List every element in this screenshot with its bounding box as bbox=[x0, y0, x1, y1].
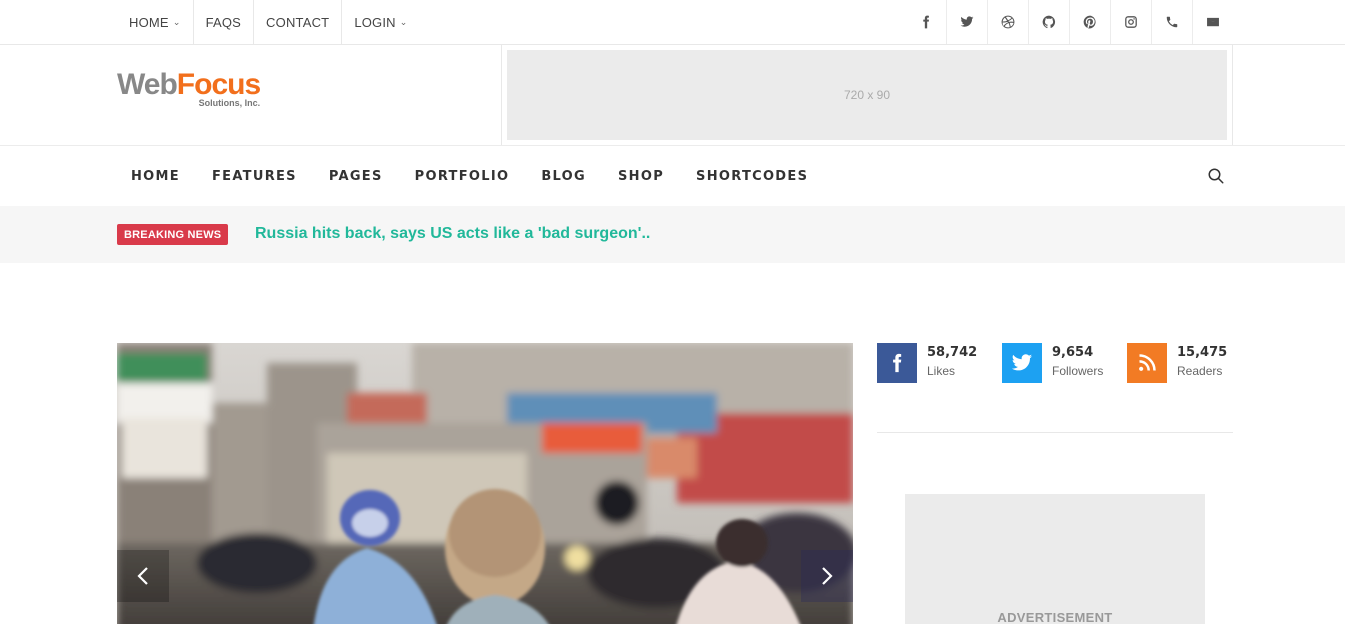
nav-home[interactable]: HOME bbox=[115, 146, 196, 206]
search-icon[interactable] bbox=[1205, 165, 1227, 187]
counter-twitter[interactable]: 9,654 Followers bbox=[1002, 343, 1103, 383]
slider-image bbox=[117, 343, 853, 624]
breaking-news-headline[interactable]: Russia hits back, says US acts like a 'b… bbox=[255, 225, 650, 243]
logo-part-web: Web bbox=[117, 68, 178, 101]
topnav-contact[interactable]: CONTACT bbox=[254, 0, 343, 44]
mail-icon[interactable] bbox=[1192, 0, 1233, 44]
counter-value: 58,742 bbox=[927, 345, 978, 360]
counter-value: 15,475 bbox=[1177, 345, 1228, 360]
sidebar-ad-label: ADVERTISEMENT bbox=[997, 610, 1113, 624]
twitter-icon bbox=[1002, 343, 1042, 383]
main-nav: HOME FEATURES PAGES PORTFOLIO BLOG SHOP … bbox=[0, 146, 1345, 206]
top-nav: HOME ⌄ FAQS CONTACT LOGIN ⌄ bbox=[117, 0, 420, 44]
nav-shortcodes[interactable]: SHORTCODES bbox=[680, 146, 824, 206]
header-banner-ad[interactable]: 720 x 90 bbox=[507, 50, 1227, 140]
counter-label: Likes bbox=[927, 364, 956, 378]
facebook-icon bbox=[877, 343, 917, 383]
chevron-down-icon: ⌄ bbox=[172, 16, 181, 27]
chevron-down-icon: ⌄ bbox=[399, 16, 408, 27]
counter-label: Followers bbox=[1052, 364, 1104, 378]
sidebar-ad[interactable]: ADVERTISEMENT bbox=[905, 494, 1205, 624]
rss-icon bbox=[1127, 343, 1167, 383]
nav-pages[interactable]: PAGES bbox=[313, 146, 399, 206]
topnav-login[interactable]: LOGIN ⌄ bbox=[342, 0, 419, 44]
header-divider bbox=[1232, 45, 1233, 145]
chevron-right-icon bbox=[822, 567, 833, 585]
topnav-home-label: HOME bbox=[129, 14, 169, 30]
instagram-icon[interactable] bbox=[1110, 0, 1151, 44]
logo-wordmark: WebFocus bbox=[117, 68, 261, 101]
banner-ad-label: 720 x 90 bbox=[843, 88, 891, 102]
logo-part-focus: Focus bbox=[176, 68, 261, 101]
site-logo[interactable]: WebFocus Solutions, Inc. bbox=[117, 68, 261, 109]
site-header: WebFocus Solutions, Inc. 720 x 90 bbox=[0, 45, 1345, 146]
pinterest-icon[interactable] bbox=[1069, 0, 1110, 44]
topnav-contact-label: CONTACT bbox=[266, 14, 330, 30]
twitter-icon[interactable] bbox=[946, 0, 987, 44]
github-icon[interactable] bbox=[1028, 0, 1069, 44]
breaking-news-badge: BREAKING NEWS bbox=[117, 224, 229, 245]
featured-slider[interactable] bbox=[117, 343, 853, 624]
chevron-left-icon bbox=[137, 567, 148, 585]
topnav-faqs-label: FAQS bbox=[205, 14, 242, 30]
header-divider bbox=[501, 45, 502, 145]
counter-rss[interactable]: 15,475 Readers bbox=[1127, 343, 1227, 383]
phone-icon[interactable] bbox=[1151, 0, 1192, 44]
nav-portfolio[interactable]: PORTFOLIO bbox=[399, 146, 526, 206]
slider-prev-button[interactable] bbox=[117, 550, 169, 602]
topnav-home[interactable]: HOME ⌄ bbox=[117, 0, 194, 44]
breaking-news-bar: BREAKING NEWS Russia hits back, says US … bbox=[0, 206, 1345, 263]
facebook-icon[interactable] bbox=[905, 0, 946, 44]
top-bar: HOME ⌄ FAQS CONTACT LOGIN ⌄ bbox=[0, 0, 1345, 45]
nav-blog[interactable]: BLOG bbox=[525, 146, 602, 206]
social-links bbox=[905, 0, 1233, 44]
nav-features[interactable]: FEATURES bbox=[196, 146, 313, 206]
nav-shop[interactable]: SHOP bbox=[602, 146, 680, 206]
counter-value: 9,654 bbox=[1052, 345, 1094, 360]
slider-next-button[interactable] bbox=[801, 550, 853, 602]
topnav-login-label: LOGIN bbox=[354, 14, 396, 30]
dribbble-icon[interactable] bbox=[987, 0, 1028, 44]
counter-facebook[interactable]: 58,742 Likes bbox=[877, 343, 977, 383]
social-counters: 58,742 Likes 9,654 Followers 15,475 Read… bbox=[877, 343, 1233, 433]
topnav-faqs[interactable]: FAQS bbox=[194, 0, 255, 44]
counter-label: Readers bbox=[1177, 364, 1223, 378]
